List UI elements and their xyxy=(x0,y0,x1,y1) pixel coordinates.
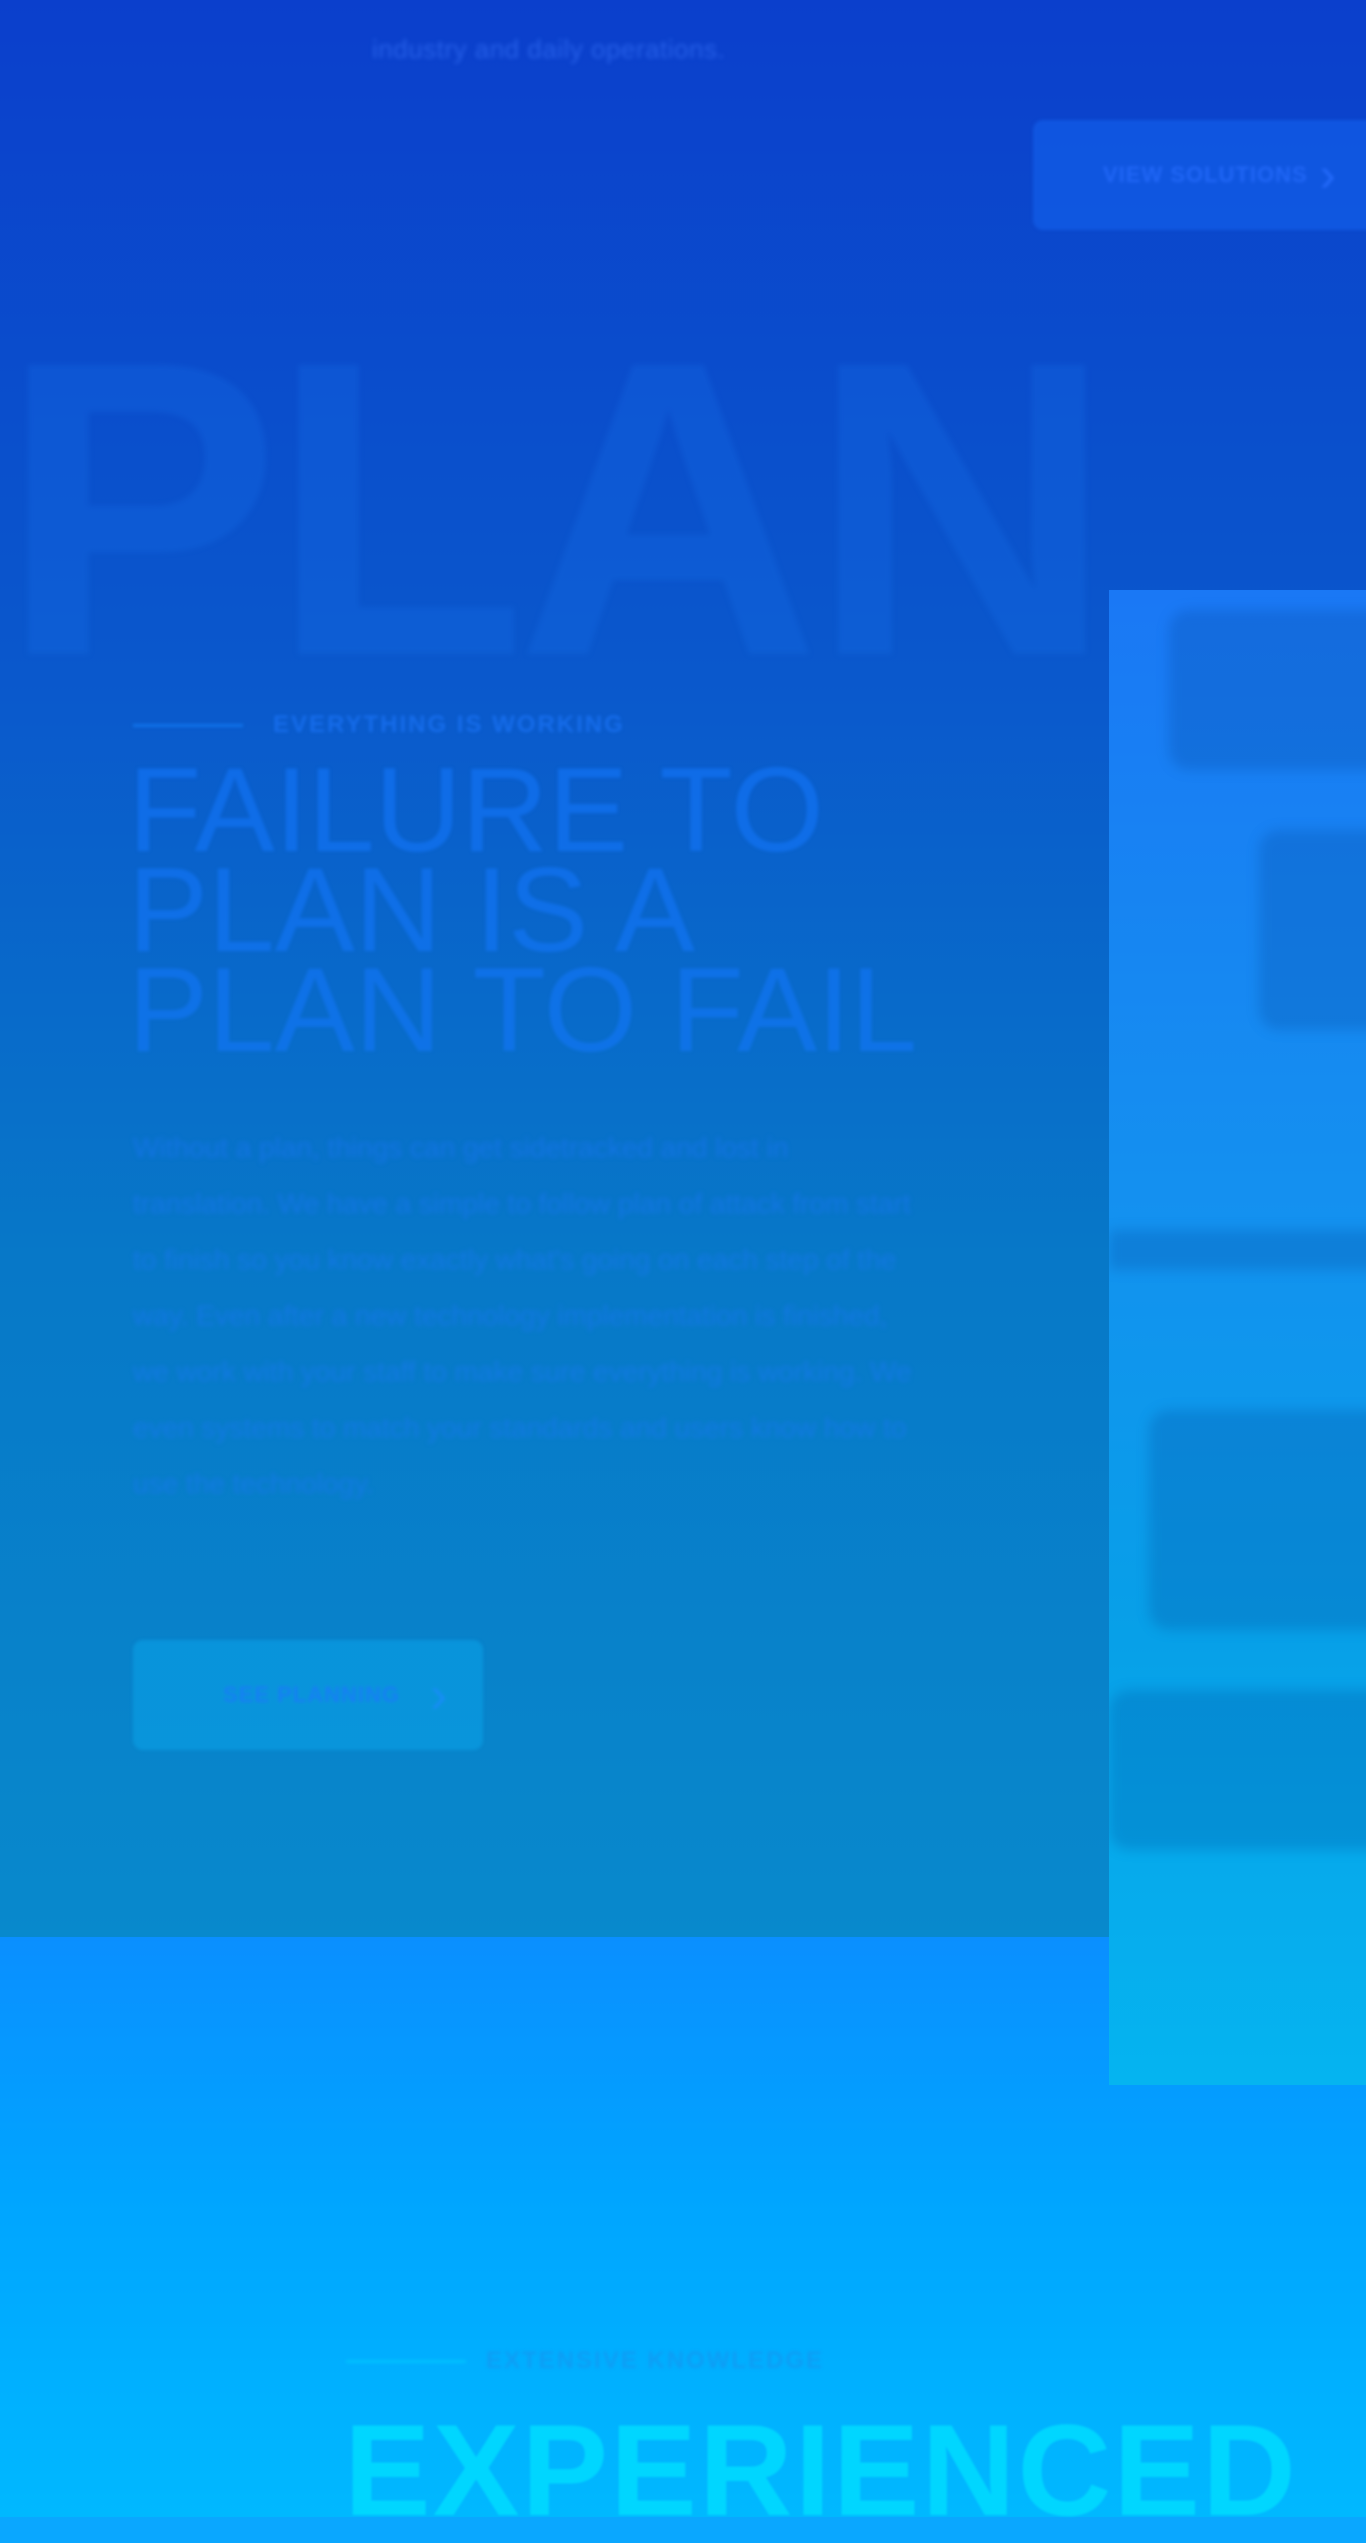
headline-line: PLAN TO FAIL xyxy=(128,943,918,1077)
experience-eyebrow: EXTENSIVE KNOWLEDGE xyxy=(346,2346,824,2376)
plan-eyebrow: EVERYTHING IS WORKING xyxy=(133,710,625,740)
eyebrow-label: EXTENSIVE KNOWLEDGE xyxy=(486,2347,825,2374)
background-watermark: PLANNING xyxy=(0,300,1100,720)
plan-body-text: Without a plan, things can get sidetrack… xyxy=(133,1132,912,1499)
eyebrow-divider xyxy=(346,2359,466,2363)
see-planning-label: SEE PLANNING xyxy=(223,1682,401,1707)
experience-headline: EXPERIENCED xyxy=(344,2397,1298,2543)
laptop-photo xyxy=(1109,590,1366,2085)
top-intro-text: industry and daily operations. xyxy=(372,34,726,64)
chevron-right-icon: › xyxy=(430,1666,448,1724)
chevron-right-icon: › xyxy=(1319,148,1336,202)
plan-headline: FAILURE TO PLAN IS A PLAN TO FAIL xyxy=(128,750,1028,1070)
see-planning-button[interactable]: SEE PLANNING › xyxy=(133,1640,483,1750)
view-solutions-button[interactable]: VIEW SOLUTIONS › xyxy=(1033,120,1366,230)
view-solutions-label: VIEW SOLUTIONS xyxy=(1103,162,1308,187)
eyebrow-divider xyxy=(133,723,243,727)
eyebrow-label: EVERYTHING IS WORKING xyxy=(273,711,625,738)
